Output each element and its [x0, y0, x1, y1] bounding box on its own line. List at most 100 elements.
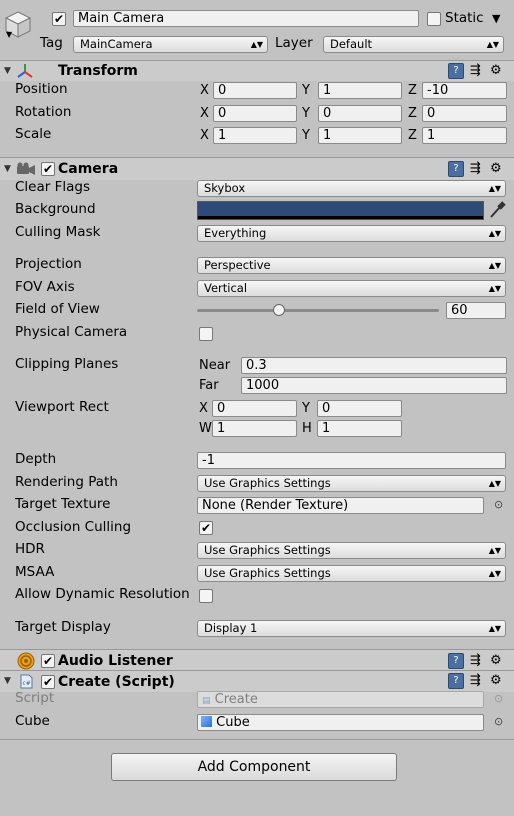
cube-field[interactable]: Cube [197, 714, 484, 731]
rotation-x-field[interactable]: 0 [213, 105, 297, 122]
background-color-field[interactable] [197, 201, 484, 220]
gear-icon[interactable]: ⚙ [490, 653, 502, 669]
object-name-field[interactable]: Main Camera [73, 10, 419, 27]
dropdown-arrow-icon: ▲▼ [488, 624, 501, 633]
physical-camera-checkbox[interactable] [199, 327, 213, 341]
fov-axis-dropdown[interactable]: Vertical ▲▼ [197, 280, 506, 297]
help-icon[interactable]: ? [448, 63, 464, 79]
presets-icon[interactable]: ⇶ [470, 673, 481, 689]
gear-icon[interactable]: ⚙ [490, 161, 502, 177]
active-checkbox[interactable]: ✔ [52, 12, 66, 26]
layer-dropdown[interactable]: Default ▲▼ [323, 36, 504, 53]
cube-field-label: Cube [15, 713, 50, 729]
presets-icon[interactable]: ⇶ [470, 653, 481, 669]
msaa-dropdown[interactable]: Use Graphics Settings ▲▼ [197, 565, 506, 582]
position-y-field[interactable]: 1 [318, 82, 402, 99]
dropdown-arrow-icon: ▲▼ [488, 261, 501, 270]
occlusion-culling-checkbox[interactable]: ✔ [199, 521, 213, 535]
position-x-field[interactable]: 0 [213, 82, 297, 99]
section-divider [0, 739, 514, 740]
component-header-icons: ? ⇶ ⚙ [448, 671, 508, 691]
hdr-dropdown[interactable]: Use Graphics Settings ▲▼ [197, 542, 506, 559]
culling-mask-dropdown[interactable]: Everything ▲▼ [197, 225, 506, 242]
rotation-z-field[interactable]: 0 [422, 105, 507, 122]
script-title: Create (Script) [58, 674, 175, 690]
culling-mask-label: Culling Mask [15, 224, 101, 240]
clear-flags-dropdown[interactable]: Skybox ▲▼ [197, 180, 506, 197]
axis-y-label: Y [302, 106, 310, 121]
foldout-arrow-icon[interactable]: ▼ [4, 159, 11, 179]
script-field-label: Script [15, 690, 55, 706]
dropdown-arrow-icon: ▲▼ [488, 546, 501, 555]
background-label: Background [15, 201, 96, 217]
color-alpha-bar [198, 216, 483, 219]
transform-header[interactable]: ▼ Transform ? ⇶ ⚙ [0, 60, 514, 81]
object-picker-icon[interactable]: ⊙ [494, 692, 503, 705]
scale-z-field[interactable]: 1 [422, 127, 507, 144]
target-texture-label: Target Texture [15, 496, 111, 512]
far-field[interactable]: 1000 [241, 377, 507, 394]
gear-icon[interactable]: ⚙ [490, 63, 502, 79]
presets-icon[interactable]: ⇶ [470, 63, 481, 79]
transform-title: Transform [58, 63, 138, 79]
viewport-y-field[interactable]: 0 [317, 400, 402, 417]
dropdown-arrow-icon: ▲▼ [250, 40, 263, 49]
object-picker-icon[interactable]: ⊙ [494, 498, 503, 511]
viewport-y-label: Y [302, 401, 310, 416]
target-display-label: Target Display [15, 619, 111, 635]
help-icon[interactable]: ? [448, 653, 464, 669]
scale-y-field[interactable]: 1 [318, 127, 402, 144]
field-of-view-slider[interactable] [197, 303, 439, 319]
axis-x-label: X [200, 83, 209, 98]
field-of-view-label: Field of View [15, 301, 100, 317]
foldout-arrow-icon[interactable]: ▼ [4, 61, 11, 81]
near-field[interactable]: 0.3 [241, 357, 507, 374]
tag-dropdown[interactable]: MainCamera ▲▼ [73, 36, 268, 53]
static-dropdown-arrow[interactable]: ▼ [492, 12, 500, 25]
help-icon[interactable]: ? [448, 161, 464, 177]
target-display-value: Display 1 [204, 621, 258, 635]
object-picker-icon[interactable]: ⊙ [494, 715, 503, 728]
icon-dropdown-arrow[interactable]: ▼ [6, 30, 12, 39]
script-icon: ▤ [202, 696, 211, 706]
script-field-value: Create [214, 692, 258, 707]
slider-thumb[interactable] [273, 304, 285, 316]
static-checkbox[interactable] [427, 12, 441, 26]
dynamic-resolution-checkbox[interactable] [199, 589, 213, 603]
dropdown-arrow-icon: ▲▼ [486, 40, 499, 49]
depth-field[interactable]: -1 [197, 452, 506, 469]
script-header[interactable]: ▼ c# ✔ Create (Script) ? ⇶ ⚙ [0, 670, 514, 692]
viewport-h-field[interactable]: 1 [317, 420, 402, 437]
viewport-h-label: H [302, 421, 312, 436]
dropdown-arrow-icon: ▲▼ [488, 479, 501, 488]
gear-icon[interactable]: ⚙ [490, 673, 502, 689]
projection-dropdown[interactable]: Perspective ▲▼ [197, 257, 506, 274]
scale-x-field[interactable]: 1 [213, 127, 297, 144]
script-enabled-checkbox[interactable]: ✔ [41, 675, 55, 689]
scale-label: Scale [15, 126, 52, 142]
rotation-y-field[interactable]: 0 [318, 105, 402, 122]
viewport-x-field[interactable]: 0 [212, 400, 297, 417]
camera-header[interactable]: ▼ ✔ Camera ? ⇶ ⚙ [0, 157, 514, 180]
add-component-button[interactable]: Add Component [111, 753, 397, 781]
audio-listener-enabled-checkbox[interactable]: ✔ [41, 654, 55, 668]
cube-prefab-icon [201, 716, 212, 727]
component-header-icons: ? ⇶ ⚙ [448, 651, 508, 671]
rendering-path-dropdown[interactable]: Use Graphics Settings ▲▼ [197, 475, 506, 492]
dynamic-resolution-label: Allow Dynamic Resolution [15, 586, 190, 602]
audio-listener-header[interactable]: ✔ Audio Listener ? ⇶ ⚙ [0, 649, 514, 671]
eyedropper-icon[interactable] [488, 200, 506, 220]
foldout-arrow-icon[interactable]: ▼ [4, 671, 11, 691]
target-display-dropdown[interactable]: Display 1 ▲▼ [197, 620, 506, 637]
field-of-view-value[interactable]: 60 [446, 302, 506, 319]
axis-y-label: Y [302, 128, 310, 143]
camera-enabled-checkbox[interactable]: ✔ [41, 162, 55, 176]
axis-z-label: Z [408, 83, 417, 98]
camera-title: Camera [58, 161, 119, 177]
presets-icon[interactable]: ⇶ [470, 161, 481, 177]
viewport-w-field[interactable]: 1 [212, 420, 297, 437]
position-z-field[interactable]: -10 [422, 82, 507, 99]
help-icon[interactable]: ? [448, 673, 464, 689]
target-texture-field[interactable]: None (Render Texture) [197, 497, 484, 514]
audio-listener-icon [17, 652, 35, 670]
